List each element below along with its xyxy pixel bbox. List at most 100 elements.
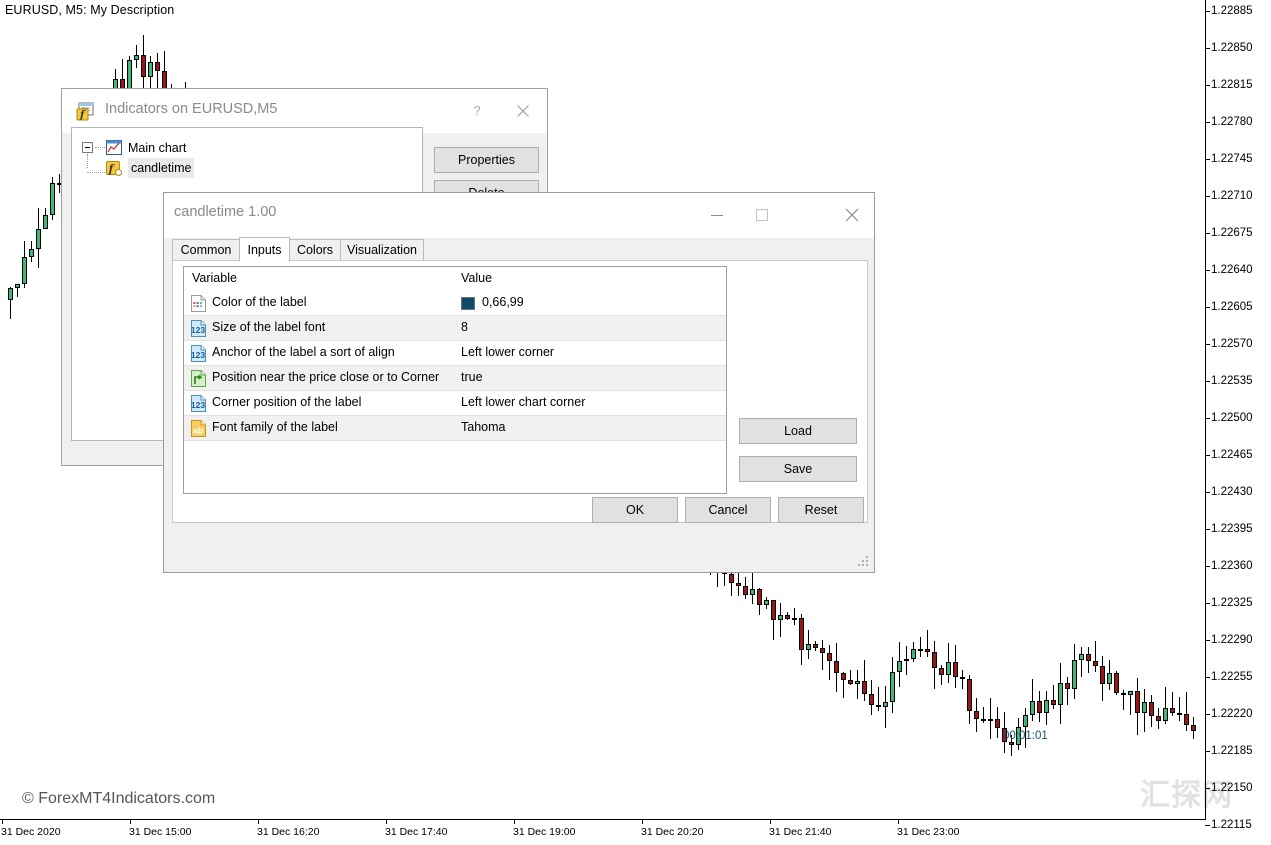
price-axis-line (1205, 0, 1206, 820)
candle-body-bearish (925, 649, 930, 652)
candlestick (946, 643, 951, 682)
candlestick (134, 45, 139, 67)
properties-button[interactable]: Properties (434, 147, 539, 173)
candle-body-bullish (1128, 691, 1133, 695)
candlestick (897, 642, 902, 688)
svg-text:ab: ab (193, 426, 203, 436)
candle-body-bearish (1149, 702, 1154, 715)
input-value[interactable]: true (461, 370, 483, 384)
inputs-grid-row[interactable]: abFont family of the labelTahoma (184, 416, 726, 441)
candle-body-bullish (792, 618, 797, 620)
chart-symbol-header: EURUSD, M5: My Description (5, 3, 174, 17)
candle-body-bullish (43, 215, 48, 229)
candlestick (1163, 687, 1168, 724)
reset-button[interactable]: Reset (778, 497, 864, 523)
candlestick (1086, 647, 1091, 674)
collapse-toggle-icon[interactable] (82, 142, 93, 153)
inputs-grid-row[interactable]: 123Size of the label font8 (184, 316, 726, 341)
grip-dot (866, 564, 868, 566)
candle-body-bullish (134, 55, 139, 60)
input-value[interactable]: Tahoma (461, 420, 505, 434)
load-button[interactable]: Load (739, 418, 857, 444)
candlestick (1037, 691, 1042, 723)
candlestick (785, 612, 790, 620)
tab-common[interactable]: Common (172, 239, 240, 261)
tab-visualization[interactable]: Visualization (340, 239, 424, 261)
input-variable-name: Position near the price close or to Corn… (212, 370, 439, 384)
input-value[interactable]: 0,66,99 (482, 295, 524, 309)
tab-inputs[interactable]: Inputs (239, 237, 290, 262)
candlestick (1149, 695, 1154, 727)
candle-body-bearish (1135, 691, 1140, 712)
color-grid-icon (190, 295, 207, 312)
help-icon[interactable]: ? (454, 89, 499, 133)
ok-button[interactable]: OK (592, 497, 678, 523)
candle-body-bearish (799, 618, 804, 650)
inputs-grid-row[interactable]: 123Anchor of the label a sort of alignLe… (184, 341, 726, 366)
inputs-grid-row[interactable]: Position near the price close or to Corn… (184, 366, 726, 391)
color-swatch[interactable] (461, 297, 475, 310)
time-axis[interactable]: 31 Dec 202031 Dec 15:0031 Dec 16:2031 De… (0, 819, 1205, 845)
candle-wick (794, 608, 795, 626)
time-tick-label: 31 Dec 23:00 (897, 826, 959, 838)
price-tick-label: 1.22605 (1211, 301, 1253, 313)
resize-grip[interactable] (858, 556, 871, 569)
candlestick (8, 287, 13, 319)
candletime-window-titlebar[interactable]: candletime 1.00 (164, 193, 874, 238)
candlestick (15, 284, 20, 297)
candlestick (22, 241, 27, 288)
inputs-grid-row[interactable]: 123Corner position of the labelLeft lowe… (184, 391, 726, 416)
candlestick (771, 600, 776, 641)
candle-body-bearish (960, 677, 965, 679)
string-ab-icon: ab (190, 420, 207, 437)
indicator-list-icon: f (76, 102, 96, 121)
candlestick (988, 698, 993, 739)
candle-body-bullish (15, 284, 20, 287)
save-button[interactable]: Save (739, 456, 857, 482)
candle-wick (857, 670, 858, 699)
candletime-properties-window[interactable]: candletime 1.00 CommonInputsColorsVisual… (163, 192, 875, 573)
candlestick (764, 597, 769, 609)
price-tick-label: 1.22675 (1211, 227, 1253, 239)
price-axis[interactable]: 1.228851.228501.228151.227801.227451.227… (1205, 0, 1271, 820)
candle-body-bearish (967, 679, 972, 711)
price-tick-label: 1.22885 (1211, 5, 1253, 17)
candle-body-bearish (1051, 700, 1056, 705)
price-tick-label: 1.22535 (1211, 375, 1253, 387)
maximize-icon[interactable] (739, 193, 784, 237)
price-tick-label: 1.22185 (1211, 745, 1253, 757)
tick-mark (1205, 751, 1210, 752)
candlestick (750, 570, 755, 604)
candle-body-bearish (932, 652, 937, 668)
price-tick-label: 1.22255 (1211, 671, 1253, 683)
candlestick (1121, 690, 1126, 710)
tree-label-main-chart: Main chart (128, 138, 186, 158)
candlestick (953, 645, 958, 688)
inputs-grid[interactable]: Variable Value Color of the label0,66,99… (183, 266, 727, 494)
candle-wick (1081, 647, 1082, 677)
candle-body-bullish (1163, 708, 1168, 721)
inputs-grid-header: Variable Value (184, 267, 726, 291)
inputs-tab-panel: Variable Value Color of the label0,66,99… (172, 260, 868, 523)
inputs-grid-row[interactable]: Color of the label0,66,99 (184, 291, 726, 316)
candlestick (995, 707, 1000, 738)
candlestick (1142, 689, 1147, 733)
close-icon[interactable] (500, 89, 545, 133)
minimize-icon[interactable] (694, 193, 739, 237)
candle-wick (1067, 677, 1068, 705)
candlestick (911, 642, 916, 661)
close-icon[interactable] (829, 193, 874, 237)
tab-colors[interactable]: Colors (289, 239, 341, 261)
candlestick (918, 637, 923, 657)
tick-mark (2, 820, 3, 824)
cancel-button[interactable]: Cancel (685, 497, 771, 523)
candlestick (806, 630, 811, 660)
input-value[interactable]: Left lower corner (461, 345, 554, 359)
candle-body-bearish (736, 583, 741, 586)
candle-wick (1179, 697, 1180, 720)
candle-body-bearish (1156, 716, 1161, 722)
candle-body-bearish (1121, 693, 1126, 696)
input-value[interactable]: Left lower chart corner (461, 395, 585, 409)
input-value[interactable]: 8 (461, 320, 468, 334)
candle-body-bullish (890, 672, 895, 701)
